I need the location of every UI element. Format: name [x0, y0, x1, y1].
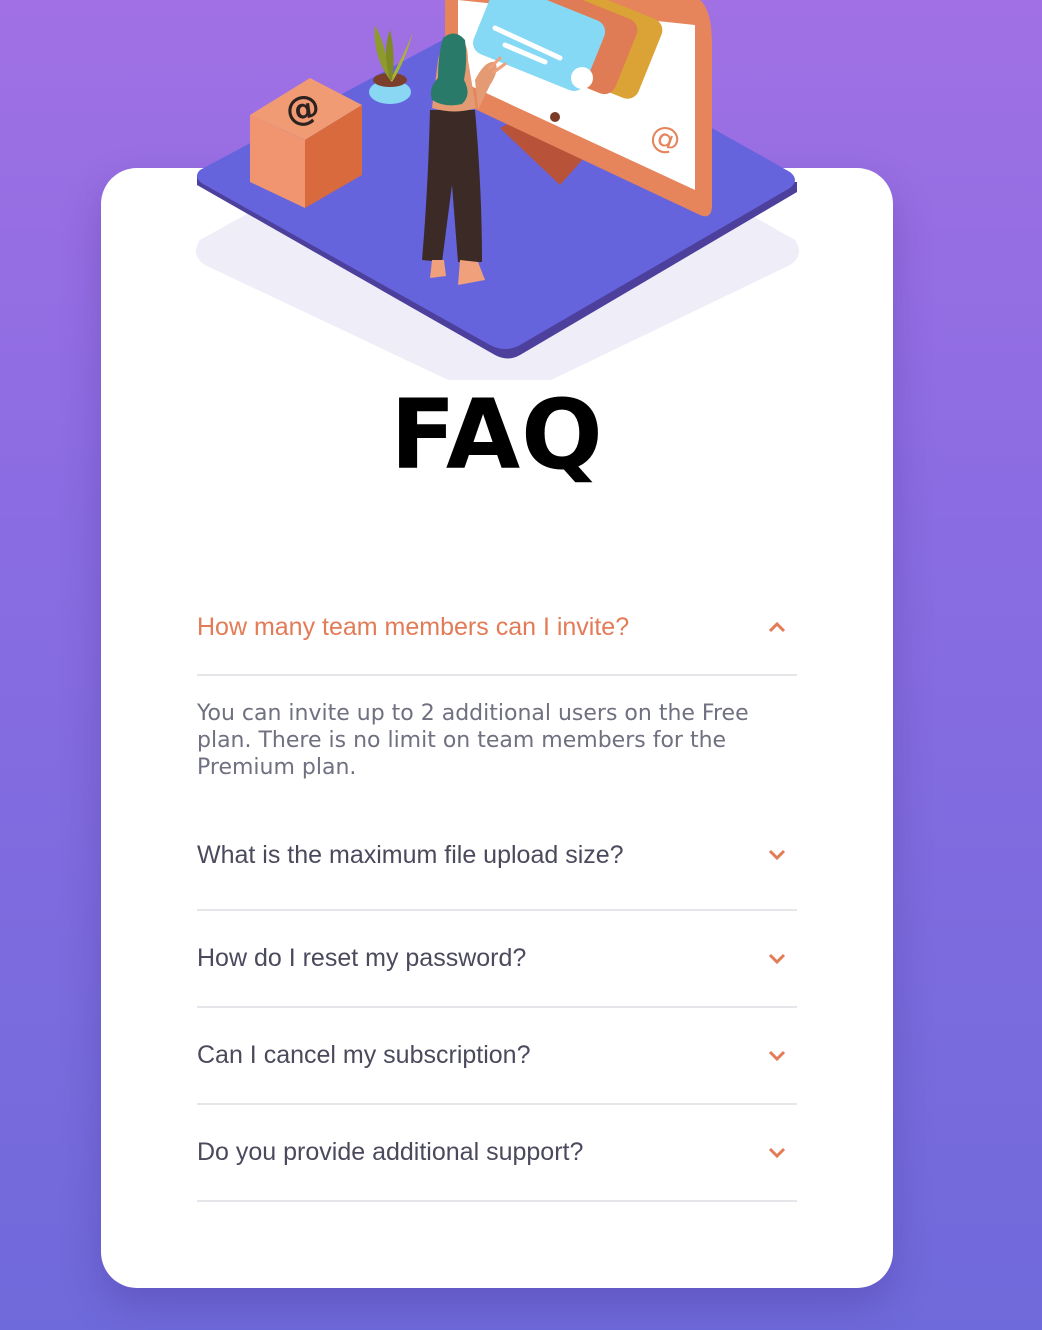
- faq-question-toggle[interactable]: What is the maximum file upload size?: [197, 801, 797, 909]
- chevron-down-icon: [765, 1044, 789, 1068]
- faq-question-toggle[interactable]: Do you provide additional support?: [197, 1105, 797, 1200]
- page-title: FAQ: [390, 379, 604, 491]
- faq-item: What is the maximum file upload size?: [197, 801, 797, 911]
- faq-item: How do I reset my password?: [197, 911, 797, 1008]
- faq-question-text: How many team members can I invite?: [197, 612, 630, 641]
- faq-question-text: How do I reset my password?: [197, 944, 527, 972]
- faq-question-text: Can I cancel my subscription?: [197, 1041, 531, 1069]
- woman-online-illustration: @ @: [196, 0, 799, 380]
- faq-item: How many team members can I invite? You …: [197, 580, 797, 801]
- svg-text:@: @: [283, 87, 322, 131]
- faq-question-text: What is the maximum file upload size?: [197, 840, 624, 869]
- faq-list: How many team members can I invite? You …: [197, 580, 797, 1202]
- faq-answer: You can invite up to 2 additional users …: [197, 701, 749, 780]
- faq-question-text: Do you provide additional support?: [197, 1138, 584, 1166]
- chevron-down-icon: [765, 843, 789, 867]
- faq-question-toggle[interactable]: Can I cancel my subscription?: [197, 1008, 797, 1103]
- faq-item: Can I cancel my subscription?: [197, 1008, 797, 1105]
- chevron-down-icon: [765, 947, 789, 971]
- faq-item: Do you provide additional support?: [197, 1105, 797, 1202]
- chevron-up-icon: [765, 615, 789, 639]
- chevron-down-icon: [765, 1141, 789, 1165]
- faq-question-toggle[interactable]: How do I reset my password?: [197, 911, 797, 1006]
- faq-question-toggle[interactable]: How many team members can I invite?: [197, 580, 797, 676]
